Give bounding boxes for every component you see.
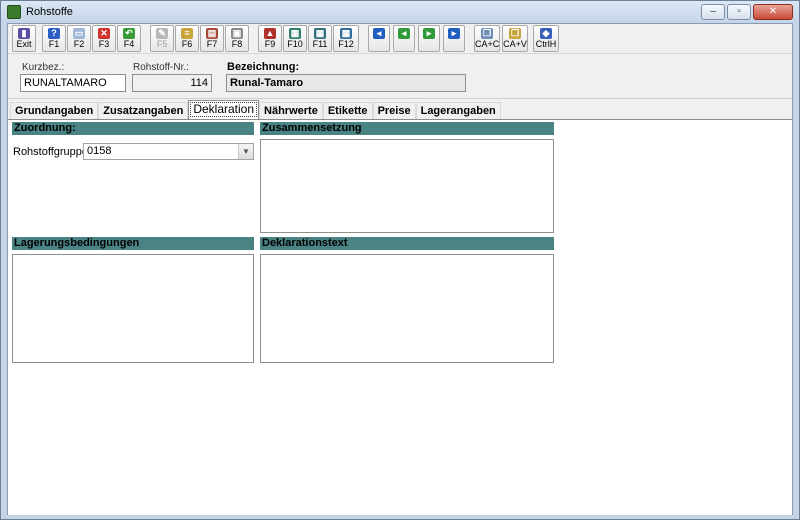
copy-icon: ❐ xyxy=(481,28,493,39)
calculator-icon: ▦ xyxy=(340,28,352,39)
tab-grundangaben[interactable]: Grundangaben xyxy=(10,102,99,119)
chevron-down-icon[interactable]: ▼ xyxy=(238,144,253,159)
bezeichnung-label: Bezeichnung: xyxy=(227,61,300,73)
button-label: F2 xyxy=(73,39,85,49)
first-record-button[interactable]: ◂ xyxy=(368,25,390,52)
next-record-icon: ▸ xyxy=(423,28,435,39)
rohstoff-nr-field: 114 xyxy=(132,74,212,92)
previous-record-icon: ◂ xyxy=(398,28,410,39)
f1-button[interactable]: ? F1 xyxy=(42,25,66,52)
tab-strip: Grundangaben Zusatzangaben Deklaration N… xyxy=(10,100,501,119)
help-icon: ? xyxy=(48,28,60,39)
rohstoffgruppe-label: Rohstoffgruppe: xyxy=(13,146,92,158)
rohstoffgruppe-value: 0158 xyxy=(87,145,112,157)
next-record-button[interactable]: ▸ xyxy=(418,25,440,52)
app-icon xyxy=(7,5,21,19)
exit-button[interactable]: ▮ Exit xyxy=(12,25,36,52)
maximize-button[interactable]: ▫ xyxy=(727,4,751,20)
import-icon: ▲ xyxy=(264,28,276,39)
last-record-icon: ▸ xyxy=(448,28,460,39)
edit-icon: ✎ xyxy=(156,28,168,39)
tab-etikette[interactable]: Etikette xyxy=(322,102,373,119)
print-icon: ▣ xyxy=(231,28,243,39)
exit-icon: ▮ xyxy=(18,28,30,39)
f10-button[interactable]: ▦ F10 xyxy=(283,25,307,52)
undo-icon: ↶ xyxy=(123,28,135,39)
tab-deklaration[interactable]: Deklaration xyxy=(188,100,260,119)
deklarationstext-textarea[interactable] xyxy=(260,254,554,363)
last-record-button[interactable]: ▸ xyxy=(443,25,465,52)
ctrlh-button[interactable]: ◆ CtrlH xyxy=(533,25,559,52)
lagerungsbedingungen-header: Lagerungsbedingungen xyxy=(12,237,254,250)
minimize-button[interactable]: ‒ xyxy=(701,4,725,20)
title-bar[interactable]: Rohstoffe ‒ ▫ ✕ xyxy=(1,1,799,23)
button-label: CtrlH xyxy=(535,39,557,49)
button-label: F7 xyxy=(206,39,218,49)
button-label: F6 xyxy=(181,39,193,49)
tab-lagerangaben[interactable]: Lagerangaben xyxy=(415,102,501,119)
zusammensetzung-header: Zusammensetzung xyxy=(260,122,554,135)
kurzbez-field[interactable]: RUNALTAMARO xyxy=(20,74,126,92)
button-label: F11 xyxy=(312,39,328,49)
button-label: F5 xyxy=(156,39,168,49)
button-label: F3 xyxy=(98,39,110,49)
f6-button[interactable]: ≡ F6 xyxy=(175,25,199,52)
button-label: F12 xyxy=(338,39,354,49)
f9-button[interactable]: ▲ F9 xyxy=(258,25,282,52)
copy-button[interactable]: ❐ CA+C xyxy=(474,25,500,52)
zuordnung-header: Zuordnung: xyxy=(12,122,254,135)
tab-zusatzangaben[interactable]: Zusatzangaben xyxy=(98,102,189,119)
deklaration-panel: Zuordnung: Rohstoffgruppe: 0158 ▼ Zusamm… xyxy=(8,119,792,515)
diamond-icon: ◆ xyxy=(540,28,552,39)
bezeichnung-field: Runal-Tamaro xyxy=(226,74,466,92)
button-label: CA+C xyxy=(475,39,500,49)
tab-preise[interactable]: Preise xyxy=(372,102,416,119)
f5-button[interactable]: ✎ F5 xyxy=(150,25,174,52)
first-record-icon: ◂ xyxy=(373,28,385,39)
client-area: ▮ Exit ? F1 ▭ F2 ✕ F3 ↶ F4 ✎ F5 ≡ F6 ▤ F… xyxy=(7,23,793,515)
kurzbez-label: Kurzbez.: xyxy=(22,62,65,73)
f11-button[interactable]: ▦ F11 xyxy=(308,25,332,52)
f2-button[interactable]: ▭ F2 xyxy=(67,25,91,52)
print-preview-icon: ▤ xyxy=(206,28,218,39)
button-label: Exit xyxy=(16,39,32,49)
deklarationstext-header: Deklarationstext xyxy=(260,237,554,250)
f3-button[interactable]: ✕ F3 xyxy=(92,25,116,52)
button-label: F10 xyxy=(287,39,303,49)
new-document-icon: ▭ xyxy=(73,28,85,39)
window-title: Rohstoffe xyxy=(26,6,73,18)
lagerungsbedingungen-textarea[interactable] xyxy=(12,254,254,363)
delete-icon: ✕ xyxy=(98,28,110,39)
zusammensetzung-textarea[interactable] xyxy=(260,139,554,233)
window-controls: ‒ ▫ ✕ xyxy=(701,4,793,20)
button-label: F8 xyxy=(231,39,243,49)
close-button[interactable]: ✕ xyxy=(753,4,793,20)
list-icon: ≡ xyxy=(181,28,193,39)
f7-button[interactable]: ▤ F7 xyxy=(200,25,224,52)
paste-button[interactable]: ❐ CA+V xyxy=(502,25,528,52)
rohstoffgruppe-select[interactable]: 0158 ▼ xyxy=(83,143,254,160)
previous-record-button[interactable]: ◂ xyxy=(393,25,415,52)
paste-icon: ❐ xyxy=(509,28,521,39)
button-label: F4 xyxy=(123,39,135,49)
button-label: F9 xyxy=(264,39,276,49)
f4-button[interactable]: ↶ F4 xyxy=(117,25,141,52)
button-label: F1 xyxy=(48,39,60,49)
record-header: Kurzbez.: RUNALTAMARO Rohstoff-Nr.: 114 … xyxy=(8,54,792,99)
application-window: Rohstoffe ‒ ▫ ✕ ▮ Exit ? F1 ▭ F2 ✕ F3 ↶ … xyxy=(0,0,800,520)
document-icon: ▦ xyxy=(289,28,301,39)
f12-button[interactable]: ▦ F12 xyxy=(333,25,359,52)
f8-button[interactable]: ▣ F8 xyxy=(225,25,249,52)
tab-naehrwerte[interactable]: Nährwerte xyxy=(259,102,323,119)
grid-icon: ▦ xyxy=(314,28,326,39)
toolbar: ▮ Exit ? F1 ▭ F2 ✕ F3 ↶ F4 ✎ F5 ≡ F6 ▤ F… xyxy=(8,24,792,54)
rohstoff-nr-label: Rohstoff-Nr.: xyxy=(133,62,189,73)
button-label: CA+V xyxy=(503,39,527,49)
